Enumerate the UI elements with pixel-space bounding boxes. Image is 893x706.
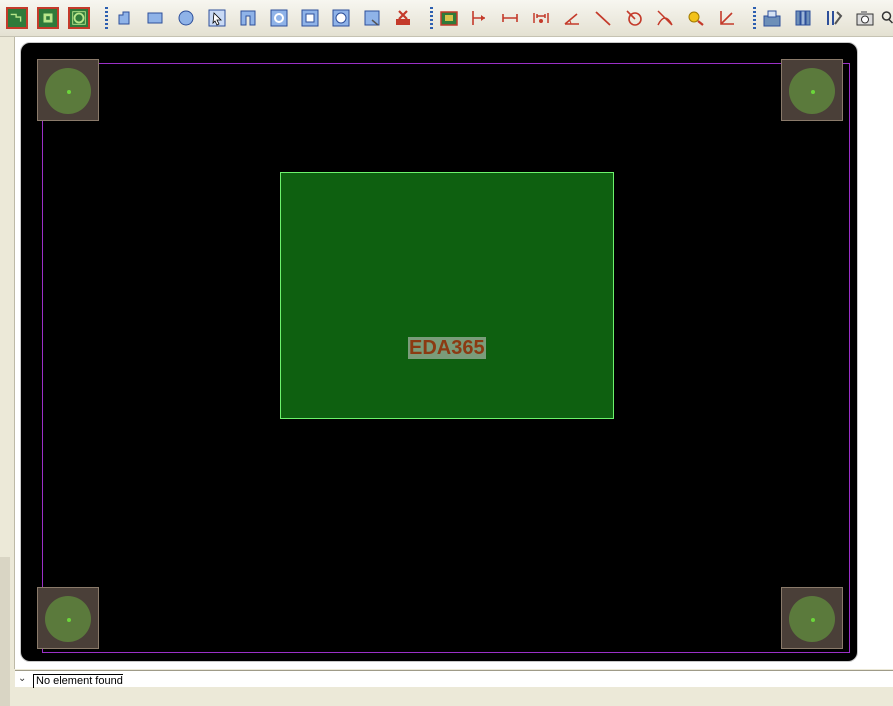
mounting-pad[interactable] <box>781 59 843 121</box>
circle-tool-icon[interactable] <box>175 6 197 30</box>
mounting-pad[interactable] <box>37 587 99 649</box>
library-icon[interactable] <box>792 6 814 30</box>
measure-board-icon[interactable] <box>438 6 460 30</box>
status-bar: ⌄ No element found <box>15 670 893 688</box>
board-top-icon[interactable] <box>37 7 59 29</box>
odb-export-icon[interactable] <box>761 6 783 30</box>
delete-tool-icon[interactable] <box>392 6 414 30</box>
distance-tool-icon[interactable] <box>499 6 521 30</box>
axis-tool-icon[interactable] <box>716 6 738 30</box>
polygon-tool-icon[interactable] <box>237 6 259 30</box>
board-outline: EDA365 <box>20 42 858 662</box>
chevron-down-icon[interactable]: ⌄ <box>18 673 26 684</box>
radius-tool-icon[interactable] <box>623 6 645 30</box>
component-label: EDA365 <box>408 337 486 359</box>
gap-tool-icon[interactable] <box>530 6 552 30</box>
mounting-pad[interactable] <box>781 587 843 649</box>
arc-tool-icon[interactable] <box>268 6 290 30</box>
board-view-icon[interactable] <box>6 7 28 29</box>
line-tool-icon[interactable] <box>113 6 135 30</box>
mounting-pad[interactable] <box>37 59 99 121</box>
line-measure-icon[interactable] <box>592 6 614 30</box>
select-tool-icon[interactable] <box>206 6 228 30</box>
dimension-tool-icon[interactable] <box>468 6 490 30</box>
rectangle-tool-icon[interactable] <box>144 6 166 30</box>
pcb-canvas[interactable]: EDA365 <box>15 37 893 669</box>
camera-icon[interactable] <box>854 6 876 30</box>
board-bottom-icon[interactable] <box>68 7 90 29</box>
round-tool-icon[interactable] <box>330 6 352 30</box>
angle-tool-icon[interactable] <box>561 6 583 30</box>
fill-tool-icon[interactable] <box>361 6 383 30</box>
component-body[interactable] <box>280 172 614 419</box>
zoom-search-icon[interactable] <box>685 6 707 30</box>
panel-splitter[interactable] <box>0 557 10 706</box>
curve-tool-icon[interactable] <box>654 6 676 30</box>
toolbar <box>0 0 893 37</box>
more-icon[interactable] <box>880 6 893 30</box>
parameters-icon[interactable] <box>823 6 845 30</box>
square-tool-icon[interactable] <box>299 6 321 30</box>
left-panel-strip <box>0 37 15 706</box>
